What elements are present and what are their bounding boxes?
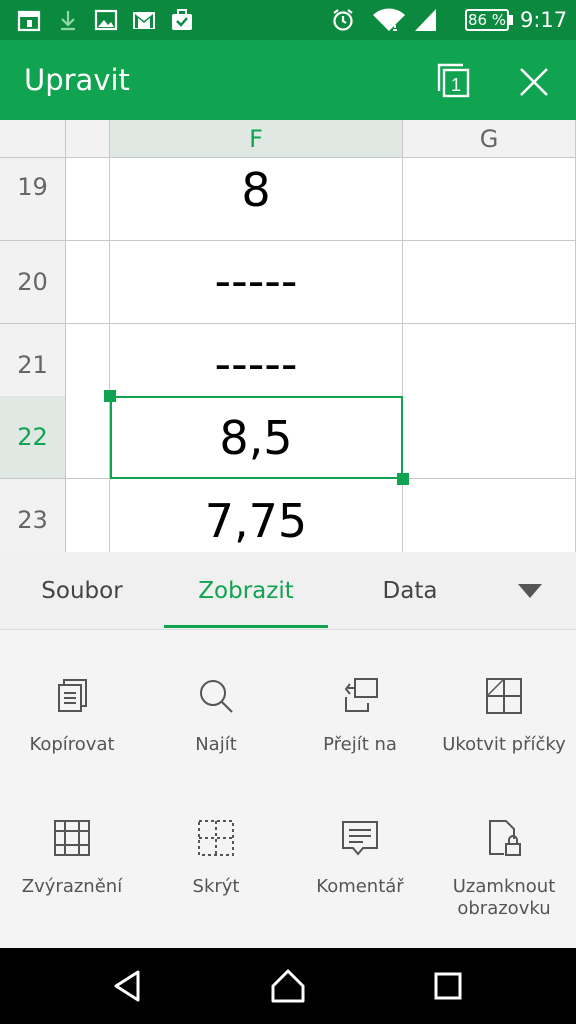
app-bar: Upravit 1 [0, 40, 576, 120]
row-header-21[interactable]: 21 [0, 324, 66, 407]
cell-f21[interactable]: ----- [110, 324, 403, 407]
goto-icon [344, 678, 378, 712]
cell-e19[interactable] [66, 158, 110, 241]
column-header-e[interactable] [66, 120, 110, 158]
copy-button[interactable]: Kopírovat [0, 676, 144, 756]
close-icon [520, 68, 548, 96]
comment-button[interactable]: Komentář [288, 818, 432, 898]
navigation-bar [0, 948, 576, 1024]
column-header-f[interactable]: F [110, 120, 403, 158]
sheet-count: 1 [451, 75, 461, 95]
page-title: Upravit [24, 63, 130, 97]
cell-g23[interactable] [403, 479, 576, 552]
cell-e22[interactable] [66, 396, 110, 479]
battery-level: 86 % [467, 11, 507, 29]
cell-f20[interactable]: ----- [110, 241, 403, 324]
row-header-19[interactable]: 19 [0, 158, 66, 241]
lock-screen-icon [489, 820, 521, 856]
highlight-button[interactable]: Zvýraznění [0, 818, 144, 898]
comment-label: Komentář [316, 876, 404, 897]
close-button[interactable] [512, 60, 556, 104]
command-panel: Kopírovat Najít Přejít na Ukotvit příčky… [0, 630, 576, 948]
briefcase-icon [172, 9, 192, 30]
find-button[interactable]: Najít [144, 676, 288, 756]
cell-value: ----- [214, 254, 298, 308]
recents-icon[interactable] [428, 966, 468, 1006]
ribbon-tabs: Soubor Zobrazit Data [0, 552, 576, 630]
selection-handle-top-left[interactable] [104, 390, 116, 402]
tab-zobrazit[interactable]: Zobrazit [164, 552, 328, 630]
home-icon[interactable] [268, 966, 308, 1006]
alarm-icon [333, 9, 353, 31]
copy-label: Kopírovat [29, 734, 115, 755]
more-tabs-dropdown-icon[interactable] [510, 578, 550, 606]
calendar-icon [17, 10, 41, 32]
cell-value: 8 [241, 163, 271, 217]
clock: 9:17 [520, 8, 568, 32]
freeze-panes-button[interactable]: Ukotvit příčky [432, 676, 576, 756]
tab-soubor[interactable]: Soubor [0, 552, 164, 630]
battery-nub [509, 15, 513, 25]
find-label: Najít [195, 734, 237, 755]
selection-handle-bottom-right[interactable] [397, 473, 409, 485]
selection-box [110, 396, 403, 479]
cell-value: 7,75 [204, 494, 308, 548]
gmail-icon [133, 12, 155, 29]
signal-icon [415, 9, 436, 31]
cell-g22[interactable] [403, 396, 576, 479]
copy-icon [58, 679, 87, 712]
lock-screen-label: Uzamknout obrazovku [452, 876, 556, 919]
cell-f23[interactable]: 7,75 [110, 479, 403, 552]
lock-screen-button[interactable]: Uzamknout obrazovku [432, 818, 576, 920]
cell-f19[interactable]: 8 [110, 158, 403, 241]
cell-g19[interactable] [403, 158, 576, 241]
sheets-icon: 1 [437, 63, 470, 98]
cell-g20[interactable] [403, 241, 576, 324]
row-header-22[interactable]: 22 [0, 396, 66, 479]
battery-icon: 86 % [465, 9, 509, 31]
wifi-icon [373, 8, 405, 31]
grid-corner [0, 120, 66, 158]
active-tab-indicator [164, 625, 328, 628]
cell-e20[interactable] [66, 241, 110, 324]
comment-icon [342, 821, 378, 856]
column-header-g[interactable]: G [403, 120, 576, 158]
freeze-panes-icon [486, 678, 522, 714]
cell-e23[interactable] [66, 479, 110, 552]
cell-value: ----- [214, 337, 298, 391]
search-icon [200, 680, 233, 713]
image-icon [94, 9, 118, 31]
sheets-button[interactable]: 1 [432, 60, 476, 104]
goto-button[interactable]: Přejít na [288, 676, 432, 756]
status-bar: 86 % 9:17 [0, 0, 576, 40]
back-icon[interactable] [108, 966, 148, 1006]
goto-label: Přejít na [323, 734, 397, 755]
highlight-icon [54, 820, 90, 856]
hide-button[interactable]: Skrýt [144, 818, 288, 898]
freeze-panes-label: Ukotvit příčky [442, 734, 566, 755]
cell-g21[interactable] [403, 324, 576, 407]
download-icon [61, 11, 75, 31]
row-header-20[interactable]: 20 [0, 241, 66, 324]
hide-icon [198, 820, 234, 856]
row-header-23[interactable]: 23 [0, 479, 66, 552]
tab-data[interactable]: Data [328, 552, 492, 630]
highlight-label: Zvýraznění [21, 876, 123, 897]
hide-label: Skrýt [192, 876, 240, 897]
spreadsheet-grid[interactable]: F G 19 8 20 ----- 21 ----- 22 8,5 23 7,7… [0, 120, 576, 552]
